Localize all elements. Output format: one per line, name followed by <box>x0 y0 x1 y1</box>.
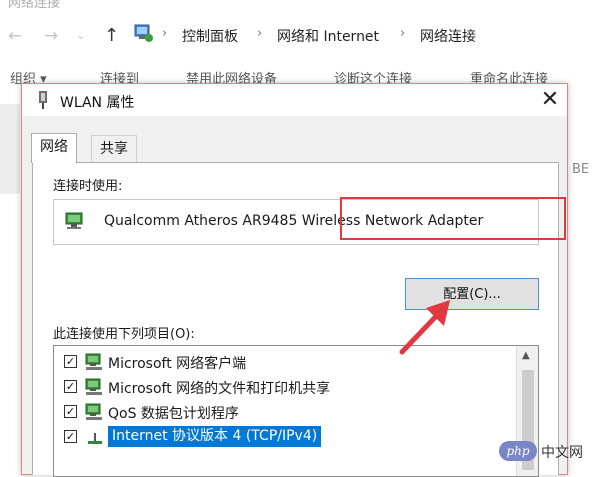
list-item-selected[interactable]: ✓ Internet 协议版本 4 (TCP/IPv4) <box>54 425 516 450</box>
network-tab-panel: 连接时使用: Qualcomm Atheros AR9485 Wireless … <box>32 162 559 477</box>
item-checkbox[interactable]: ✓ <box>64 430 77 443</box>
breadcrumb-network-internet[interactable]: 网络和 Internet <box>277 26 379 46</box>
list-item[interactable]: ✓ Microsoft 网络的文件和打印机共享 <box>54 375 516 400</box>
navigation-pane <box>0 104 20 194</box>
up-arrow-icon[interactable]: ↑ <box>104 25 119 46</box>
item-checkbox[interactable]: ✓ <box>64 405 77 418</box>
wlan-properties-dialog: WLAN 属性 ✕ 网络 共享 连接时使用: Qualcomm Atheros … <box>21 83 568 477</box>
wlan-adapter-icon <box>39 91 47 109</box>
list-item[interactable]: ✓ QoS 数据包计划程序 <box>54 400 516 425</box>
breadcrumb-control-panel[interactable]: 控制面板 <box>182 26 238 46</box>
dialog-title: WLAN 属性 <box>60 95 135 111</box>
window-title: 网络连接 <box>8 0 61 11</box>
item-label: Internet 协议版本 4 (TCP/IPv4) <box>108 426 322 447</box>
tab-sharing[interactable]: 共享 <box>91 135 137 162</box>
back-arrow-icon[interactable]: ← <box>8 26 22 46</box>
forward-arrow-icon[interactable]: → <box>44 26 58 46</box>
annotation-arrow-icon <box>399 300 450 355</box>
control-panel-icon <box>134 24 153 42</box>
connect-using-label: 连接时使用: <box>53 179 123 194</box>
items-label: 此连接使用下列项目(O): <box>53 327 195 342</box>
file-sharing-icon <box>85 378 102 395</box>
php-logo: php <box>499 441 537 461</box>
dialog-titlebar[interactable]: WLAN 属性 ✕ <box>22 84 567 116</box>
breadcrumb-network-connections[interactable]: 网络连接 <box>420 26 476 46</box>
navigation-bar: ← → ⌄ ↑ › 控制面板 › 网络和 Internet › 网络连接 <box>0 18 593 52</box>
tab-network[interactable]: 网络 <box>31 133 77 163</box>
item-label: Microsoft 网络的文件和打印机共享 <box>108 381 331 397</box>
item-checkbox[interactable]: ✓ <box>64 355 77 368</box>
scroll-up-icon[interactable]: ▲ <box>522 350 530 361</box>
qos-scheduler-icon <box>85 403 102 420</box>
network-client-icon <box>85 353 102 370</box>
adapter-name: Qualcomm Atheros AR9485 Wireless Network… <box>104 213 484 229</box>
item-label: QoS 数据包计划程序 <box>108 406 239 422</box>
adapter-field: Qualcomm Atheros AR9485 Wireless Network… <box>53 199 539 245</box>
protocol-icon <box>88 433 102 444</box>
connection-items-list[interactable]: ✓ Microsoft 网络客户端 ✓ Microsoft 网络的文件和打印机共… <box>53 345 539 477</box>
watermark-text: 中文网 <box>541 445 583 461</box>
close-icon[interactable]: ✕ <box>536 86 564 114</box>
recent-dropdown-icon[interactable]: ⌄ <box>76 29 85 42</box>
background-text: BE <box>572 162 590 177</box>
breadcrumb-separator: › <box>257 26 263 41</box>
item-label: Microsoft 网络客户端 <box>108 356 247 372</box>
breadcrumb-separator: › <box>162 26 168 41</box>
item-checkbox[interactable]: ✓ <box>64 380 77 393</box>
network-adapter-icon <box>65 212 83 229</box>
breadcrumb-separator: › <box>400 26 406 41</box>
